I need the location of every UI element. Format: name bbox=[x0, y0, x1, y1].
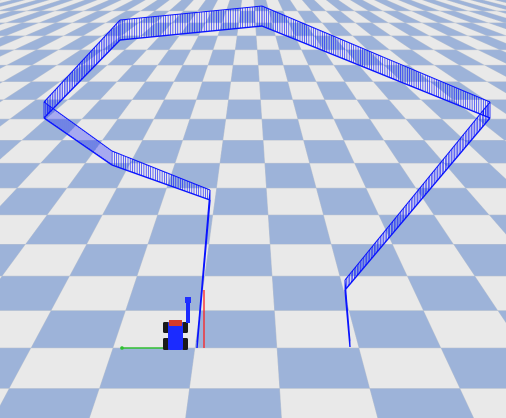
floor-tile bbox=[257, 49, 284, 66]
floor-tile bbox=[185, 388, 282, 418]
floor-tile bbox=[232, 49, 259, 66]
floor-tile bbox=[0, 388, 100, 418]
checkered-ground-plane bbox=[0, 0, 506, 418]
floor-tile bbox=[147, 214, 214, 245]
robot-chassis bbox=[168, 322, 183, 350]
floor-tile bbox=[274, 310, 360, 349]
floor-tile bbox=[228, 81, 261, 100]
floor-tile bbox=[256, 35, 280, 51]
floor-tile bbox=[264, 162, 317, 189]
floor-tile bbox=[125, 275, 205, 311]
floor-tile bbox=[189, 99, 229, 120]
floor-tile bbox=[222, 118, 264, 141]
floor-tile bbox=[208, 214, 271, 245]
floor-tile bbox=[182, 118, 227, 141]
floor-tile bbox=[212, 187, 269, 216]
floor-tile bbox=[238, 10, 256, 24]
floor-tile bbox=[136, 244, 210, 277]
floor-tile bbox=[189, 347, 280, 389]
floor-tile bbox=[260, 99, 299, 120]
simulation-viewport[interactable] bbox=[0, 0, 506, 418]
floor-tile bbox=[174, 140, 224, 164]
floor-tile bbox=[261, 118, 304, 141]
robot-top-plate bbox=[169, 320, 182, 326]
floor-tile bbox=[279, 388, 378, 418]
floor-tile bbox=[230, 64, 260, 82]
floor-tile bbox=[259, 81, 293, 100]
floor-tile bbox=[269, 244, 341, 277]
floor-tile bbox=[258, 64, 289, 82]
floor-tile bbox=[234, 35, 258, 51]
floor-tile bbox=[196, 81, 232, 100]
floor-tile bbox=[194, 310, 278, 349]
floor-tile bbox=[216, 162, 267, 189]
floor-tile bbox=[271, 275, 350, 311]
floor-tile bbox=[204, 244, 273, 277]
x-axis-marker bbox=[120, 346, 124, 350]
robot-sensor-head bbox=[185, 297, 191, 303]
floor-tile bbox=[99, 347, 196, 389]
floor-tile bbox=[225, 99, 263, 120]
floor-tile bbox=[263, 140, 310, 164]
floor-tile bbox=[199, 275, 275, 311]
floor-tile bbox=[202, 64, 234, 82]
floor-tile bbox=[276, 347, 371, 389]
floor-tile bbox=[219, 140, 266, 164]
floor-tile bbox=[89, 388, 190, 418]
floor-tile bbox=[236, 22, 257, 37]
floor-tile bbox=[267, 214, 332, 245]
floor-tile bbox=[266, 187, 324, 216]
